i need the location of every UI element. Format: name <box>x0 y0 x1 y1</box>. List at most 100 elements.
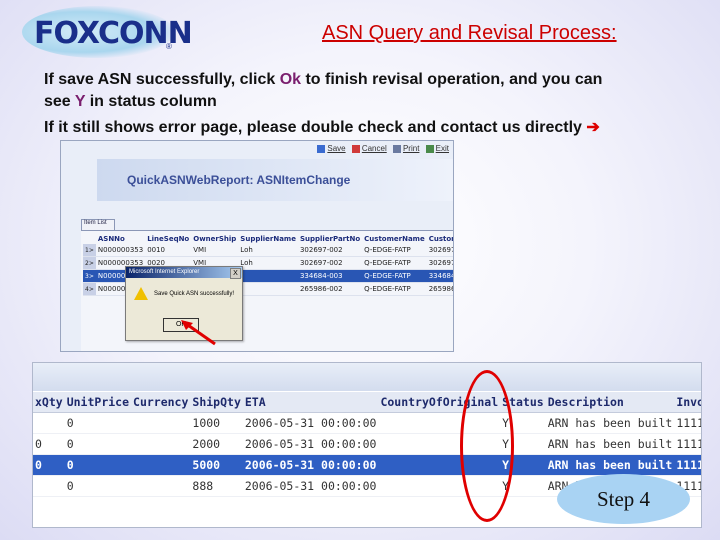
cell <box>131 412 191 434</box>
cell: Q-EDGE-FATP <box>362 269 427 283</box>
cell: 2000 <box>190 433 243 455</box>
instruction-text: in status column <box>85 93 217 110</box>
foxconn-logo: FOXCONN ® <box>22 6 193 58</box>
cell: 334684-003 <box>426 269 453 283</box>
instruction-line-2: see Y in status column <box>44 93 217 111</box>
cell: 5000 <box>190 454 243 476</box>
column-header[interactable]: SupplierName <box>238 233 298 244</box>
dialog-title-text: Microsoft Internet Explorer <box>129 269 200 275</box>
print-icon <box>392 144 401 153</box>
cell: ARN has been built <box>545 454 675 476</box>
table-row-selected[interactable]: 0 0 5000 2006-05-31 00:00:00 Y ARN has b… <box>33 454 701 476</box>
page-title: ASN Query and Revisal Process: <box>322 22 617 44</box>
cell: N000000353 <box>95 244 146 257</box>
column-header[interactable]: xQty <box>33 392 65 413</box>
column-header[interactable]: Currency <box>131 392 191 413</box>
y-highlight: Y <box>74 93 86 110</box>
instruction-text: to finish revisal operation, and you can <box>301 71 603 88</box>
cancel-icon <box>351 144 360 153</box>
column-header[interactable]: CustomerName <box>362 233 427 244</box>
cell: 1111111 <box>674 454 701 476</box>
table-row[interactable]: 1> N000000353 0010 VMI Loh 302697-002 Q-… <box>83 244 453 257</box>
print-label: Print <box>402 144 420 153</box>
cell: 0 <box>64 475 132 497</box>
save-icon <box>317 144 326 153</box>
cell: ARN has been built <box>545 433 675 455</box>
instruction-line-1: If save ASN successfully, click Ok to fi… <box>44 71 602 89</box>
report-title: QuickASNWebReport: ASNItemChange <box>127 173 351 187</box>
cell: 2006-05-31 00:00:00 <box>242 475 379 497</box>
cancel-label: Cancel <box>361 144 387 153</box>
cell: Q-EDGE-FATP <box>362 244 427 257</box>
cell: 302697-002 <box>426 256 453 270</box>
print-button[interactable]: Print <box>392 144 420 153</box>
cell: 0 <box>64 454 132 476</box>
column-header <box>83 233 96 244</box>
cell: Q-EDGE-FATP <box>362 256 427 270</box>
cell: 302697-002 <box>426 244 453 257</box>
status-column-highlight-oval <box>460 370 514 522</box>
row-selector[interactable]: 4> <box>83 282 96 296</box>
report-banner: QuickASNWebReport: ASNItemChange <box>97 159 453 201</box>
cell: Q-EDGE-FATP <box>362 282 427 296</box>
pointer-arrow-icon <box>181 320 216 346</box>
cell: 265986-002 <box>297 282 363 296</box>
cell: ARN has been built <box>545 412 675 434</box>
warning-icon <box>134 287 148 300</box>
column-header[interactable]: Description <box>545 392 675 413</box>
grid-top-bar <box>33 363 701 391</box>
cell <box>33 412 65 434</box>
cell: 2006-05-31 00:00:00 <box>242 412 379 434</box>
cell: 302697-002 <box>297 256 363 270</box>
cancel-button[interactable]: Cancel <box>351 144 387 153</box>
cell: 888 <box>190 475 243 497</box>
save-label: Save <box>327 144 346 153</box>
column-header[interactable]: ShipQty <box>190 392 243 413</box>
cell: 1111111 <box>674 412 701 434</box>
cell: 0 <box>64 412 132 434</box>
cell: 1000 <box>190 412 243 434</box>
save-button[interactable]: Save <box>317 144 346 153</box>
cell <box>131 454 191 476</box>
column-header[interactable]: UnitPrice <box>64 392 132 413</box>
cell: 0 <box>33 454 65 476</box>
cell: 2006-05-31 00:00:00 <box>242 454 379 476</box>
dialog-message: Save Quick ASN successfully! <box>154 291 235 297</box>
table-row[interactable]: 0 0 2000 2006-05-31 00:00:00 Y ARN has b… <box>33 433 701 455</box>
cell <box>238 269 298 283</box>
cell: 334684-003 <box>297 269 363 283</box>
cell: 0010 <box>145 244 192 257</box>
exit-label: Exit <box>435 144 449 153</box>
column-header[interactable]: SupplierPartNo <box>298 233 362 244</box>
cell: 302697-002 <box>297 244 363 257</box>
cell: Loh <box>238 244 298 257</box>
instruction-text: If save ASN successfully, click <box>44 71 280 88</box>
column-header[interactable]: ETA <box>242 392 379 413</box>
table-row[interactable]: 0 1000 2006-05-31 00:00:00 Y ARN has bee… <box>33 412 701 434</box>
cell <box>131 433 191 455</box>
row-selector[interactable]: 3> <box>83 269 96 283</box>
column-header[interactable]: LineSeqNo <box>145 233 191 244</box>
right-arrow-icon: ➔ <box>586 119 600 136</box>
column-header[interactable]: ASNNo <box>96 233 145 244</box>
row-selector[interactable]: 1> <box>83 244 96 257</box>
cell <box>238 282 298 296</box>
column-header[interactable]: InvoiceNo <box>674 392 701 413</box>
column-header[interactable]: CustomerPartNo <box>427 233 453 244</box>
cell: 1111111 <box>674 433 701 455</box>
logo-trademark: ® <box>166 42 172 51</box>
cell: 0 <box>33 433 65 455</box>
row-selector[interactable]: 2> <box>83 256 96 270</box>
asn-item-change-screenshot: Save Cancel Print Exit QuickASNWebReport… <box>60 140 454 352</box>
close-icon[interactable]: X <box>230 268 241 279</box>
exit-button[interactable]: Exit <box>425 144 449 153</box>
instruction-line-3: If it still shows error page, please dou… <box>44 117 600 137</box>
toolbar: Save Cancel Print Exit <box>313 144 449 153</box>
instruction-text: see <box>44 93 75 110</box>
instruction-text: If it still shows error page, please dou… <box>44 119 587 136</box>
cell: Loh <box>238 256 298 270</box>
cell: VMI <box>191 244 239 257</box>
step-bubble: Step 4 <box>557 474 690 524</box>
dialog-title: Microsoft Internet Explorer X <box>126 267 242 279</box>
column-header[interactable]: OwnerShip <box>191 233 238 244</box>
